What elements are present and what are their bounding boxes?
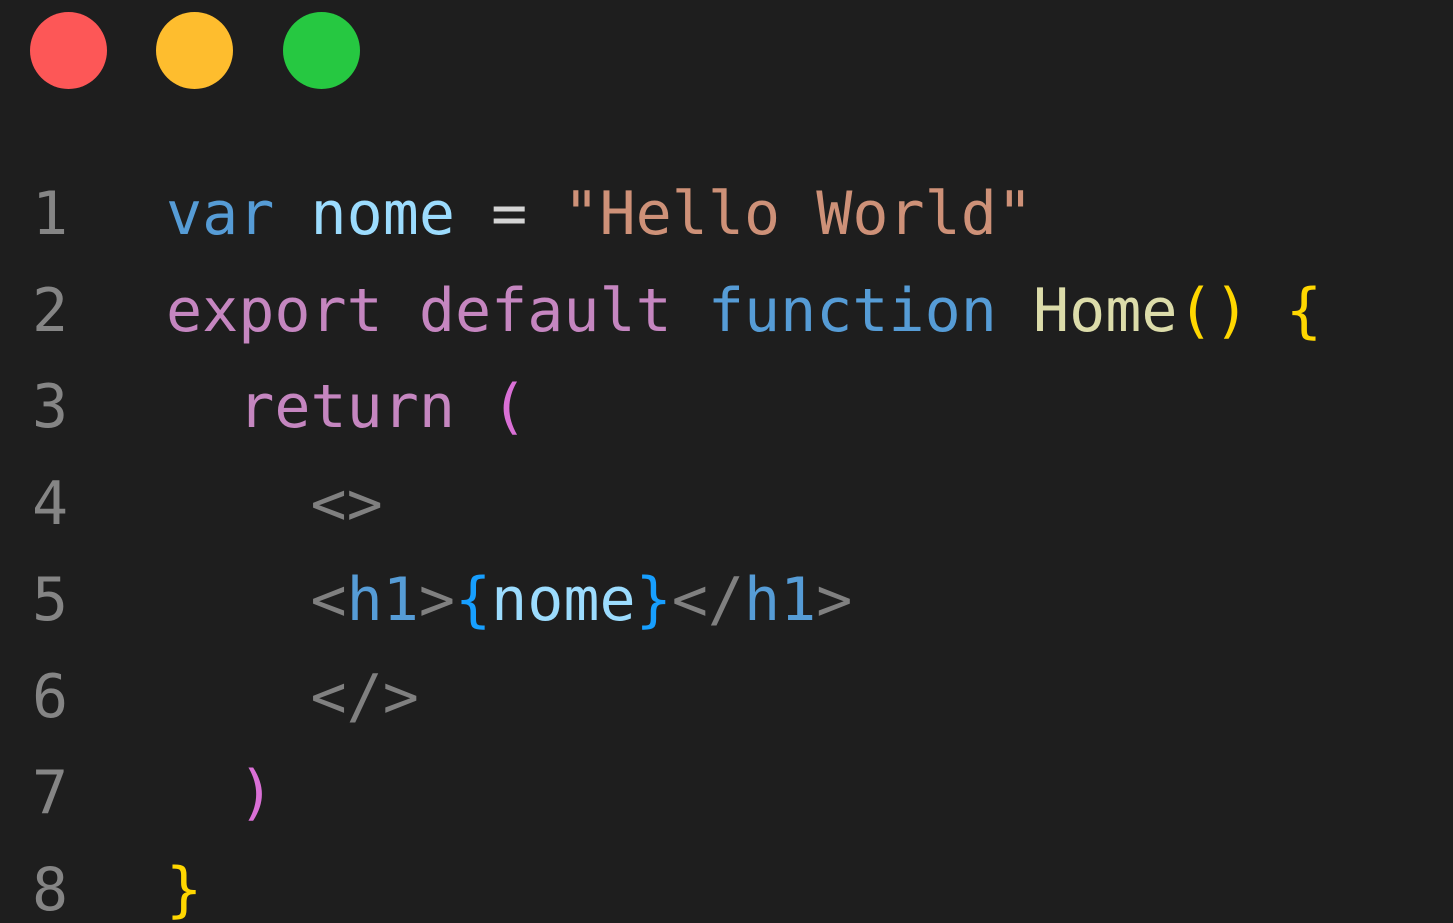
code-text: export default function Home() { [166,263,1322,360]
code-token: <> [310,468,383,539]
line-number: 3 [32,372,69,442]
line-number: 5 [32,565,69,635]
line-number: 2 [32,275,69,346]
minimize-button[interactable] [156,12,233,89]
code-token: { [1285,275,1322,346]
code-token: </ [671,565,744,635]
code-text: <h1>{nome}</h1> [166,552,853,649]
code-line: 5 <h1>{nome}</h1> [0,552,1453,649]
code-token: Home [1032,275,1178,346]
code-token: h1 [346,565,419,635]
code-text: ) [166,745,274,842]
code-token: > [418,565,455,635]
code-token: < [310,565,347,635]
code-token: var [166,179,275,249]
code-line: 2 export default function Home() { [0,263,1453,360]
code-window: 1 var nome = "Hello World" 2 export default… [0,0,1453,923]
code-line: 3 return ( [0,359,1453,456]
code-line: 6 </> [0,649,1453,746]
code-token: nome [491,565,636,635]
code-text: var nome = "Hello World" [166,166,1033,263]
code-token: export [166,275,383,346]
code-token: } [635,565,672,635]
code-token: ( [491,372,528,442]
code-text: } [166,842,202,923]
code-token: default [418,275,672,346]
line-number: 7 [32,758,69,828]
code-token: } [166,854,203,923]
maximize-button[interactable] [283,12,360,89]
code-token: function [707,275,997,346]
code-text: return ( [166,359,527,456]
code-line: 1 var nome = "Hello World" [0,166,1453,263]
code-token: </> [310,661,419,732]
code-token: > [816,565,853,635]
line-number: 8 [32,854,69,923]
code-token: h1 [744,565,817,635]
code-token: ) [238,758,275,828]
code-token: nome [310,179,456,249]
close-button[interactable] [30,12,107,89]
code-text: <> [166,456,383,553]
code-token: () [1177,275,1250,346]
code-text: </> [166,649,419,746]
code-editor[interactable]: 1 var nome = "Hello World" 2 export default… [0,166,1453,923]
line-number: 1 [32,179,69,249]
code-token: "Hello World" [563,179,1033,249]
code-line: 7 ) [0,745,1453,842]
code-token: { [455,565,492,635]
line-number: 6 [32,661,69,732]
line-number: 4 [32,468,69,539]
code-token: = [455,179,564,249]
code-token: return [238,372,455,442]
code-line: 4 <> [0,456,1453,553]
code-line: 8} [0,842,1453,923]
